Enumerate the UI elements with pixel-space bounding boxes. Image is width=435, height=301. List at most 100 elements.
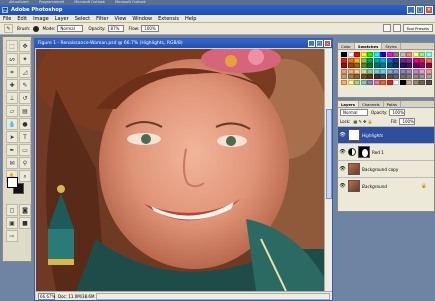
color-swatch[interactable] (380, 79, 386, 85)
slice-tool-icon[interactable]: ◿ (19, 66, 31, 78)
doc-size-info[interactable]: Doc: 11.0M/38.6M (58, 294, 94, 299)
tab-channels[interactable]: Channels (359, 101, 384, 107)
crop-tool-icon[interactable]: ⌗ (6, 66, 18, 78)
color-swatch[interactable] (399, 68, 406, 74)
color-swatch[interactable] (347, 63, 354, 68)
color-swatch[interactable] (425, 74, 432, 79)
menu-window[interactable]: Window (132, 16, 152, 22)
color-swatch[interactable] (367, 68, 373, 74)
eye-icon[interactable]: 👁 (339, 183, 346, 189)
doc-close-button[interactable]: × (324, 40, 331, 47)
color-swatch[interactable] (347, 52, 354, 57)
color-swatch[interactable] (393, 68, 399, 74)
color-swatch[interactable] (386, 74, 393, 79)
quick-mask-icon[interactable]: ◙ (19, 204, 31, 216)
mode-select[interactable]: Normal (57, 25, 84, 32)
color-swatch[interactable] (360, 79, 367, 85)
color-swatch[interactable] (354, 63, 360, 68)
color-swatch[interactable] (412, 57, 419, 63)
shape-tool-icon[interactable]: ▭ (19, 144, 31, 156)
tab-paths[interactable]: Paths (384, 101, 401, 107)
eyedropper-icon[interactable]: ⚲ (19, 157, 31, 169)
color-swatch[interactable] (341, 68, 347, 74)
menu-select[interactable]: Select (75, 16, 90, 22)
maximize-button[interactable]: □ (416, 6, 424, 14)
type-tool-icon[interactable]: T (19, 131, 31, 143)
eye-icon[interactable]: 👁 (339, 149, 346, 155)
color-swatch[interactable] (360, 57, 367, 63)
clone-stamp-icon[interactable]: ⊥ (6, 92, 18, 104)
menu-extensis[interactable]: Extensis (158, 16, 179, 22)
marquee-tool-icon[interactable]: ⬚ (6, 40, 18, 52)
color-swatch[interactable] (373, 68, 380, 74)
lock-icon[interactable]: ▦ ✎ ✥ 🔒 (353, 119, 372, 124)
color-swatch[interactable] (406, 74, 412, 79)
close-button[interactable]: × (425, 6, 433, 14)
color-swatch[interactable] (406, 68, 412, 74)
color-swatch[interactable] (419, 57, 425, 63)
color-swatch[interactable] (419, 74, 425, 79)
jump-to-imageready-icon[interactable]: ⇨ (6, 230, 18, 242)
color-swatch[interactable] (354, 52, 360, 57)
brush-tool-icon[interactable]: ✎ (19, 79, 31, 91)
color-swatch[interactable] (347, 79, 354, 85)
lasso-tool-icon[interactable]: ᔕ (6, 53, 18, 65)
color-swatch[interactable] (399, 52, 406, 57)
color-swatch[interactable] (412, 74, 419, 79)
layer-row-background-copy[interactable]: 👁 Background copy (338, 160, 434, 177)
color-swatch[interactable] (393, 63, 399, 68)
color-swatch[interactable] (419, 63, 425, 68)
color-swatch[interactable] (406, 63, 412, 68)
color-swatch[interactable] (341, 57, 347, 63)
minimize-button[interactable]: _ (407, 6, 415, 14)
tab-layers[interactable]: Layers (338, 101, 360, 107)
color-swatch[interactable] (354, 68, 360, 74)
notes-tool-icon[interactable]: ✉ (6, 157, 18, 169)
color-swatch[interactable] (419, 68, 425, 74)
path-selection-icon[interactable]: ➤ (6, 131, 18, 143)
flow-field[interactable]: 100% (141, 25, 160, 32)
color-swatch[interactable] (380, 57, 386, 63)
layer-mask-thumbnail[interactable] (358, 146, 370, 158)
layer-row-highlights[interactable]: 👁 Highlights (338, 126, 434, 143)
color-swatch[interactable] (406, 57, 412, 63)
eraser-tool-icon[interactable]: ▱ (6, 105, 18, 117)
horizontal-scrollbar[interactable] (96, 292, 330, 300)
color-swatch[interactable] (380, 68, 386, 74)
zoom-tool-icon[interactable]: ⌕ (19, 170, 31, 182)
menu-image[interactable]: Image (33, 16, 49, 22)
eye-icon[interactable]: 👁 (339, 166, 346, 172)
color-swatch[interactable] (425, 63, 432, 68)
eye-icon[interactable]: 👁 (339, 132, 346, 138)
color-swatch[interactable] (393, 52, 399, 57)
color-swatch[interactable] (354, 74, 360, 79)
blend-mode-select[interactable]: Normal (340, 109, 368, 116)
doc-maximize-button[interactable]: □ (316, 40, 323, 47)
color-swatch[interactable] (380, 63, 386, 68)
menu-file[interactable]: File (3, 16, 11, 22)
color-swatch[interactable] (367, 74, 373, 79)
color-swatch[interactable] (406, 52, 412, 57)
taskbar-item[interactable]: Microsoft Outlook (115, 0, 146, 4)
color-swatch[interactable] (425, 68, 432, 74)
color-swatch[interactable] (373, 63, 380, 68)
color-swatch[interactable] (386, 57, 393, 63)
color-swatch[interactable] (412, 52, 419, 57)
color-swatch[interactable] (373, 74, 380, 79)
menu-filter[interactable]: Filter (96, 16, 108, 22)
menu-view[interactable]: View (115, 16, 127, 22)
standard-mode-icon[interactable]: ◻ (6, 204, 18, 216)
color-swatch[interactable] (341, 74, 347, 79)
color-swatch[interactable] (386, 63, 393, 68)
color-swatch[interactable] (373, 79, 380, 85)
color-swatch[interactable] (393, 57, 399, 63)
color-swatch[interactable] (367, 63, 373, 68)
color-swatch[interactable] (380, 74, 386, 79)
layer-row-red1[interactable]: 👁 Red 1 (338, 143, 434, 160)
color-swatch[interactable] (373, 52, 380, 57)
color-swatch[interactable] (373, 57, 380, 63)
color-swatch[interactable] (341, 79, 347, 85)
color-swatch[interactable] (367, 79, 373, 85)
menu-layer[interactable]: Layer (55, 16, 69, 22)
color-swatch[interactable] (347, 57, 354, 63)
